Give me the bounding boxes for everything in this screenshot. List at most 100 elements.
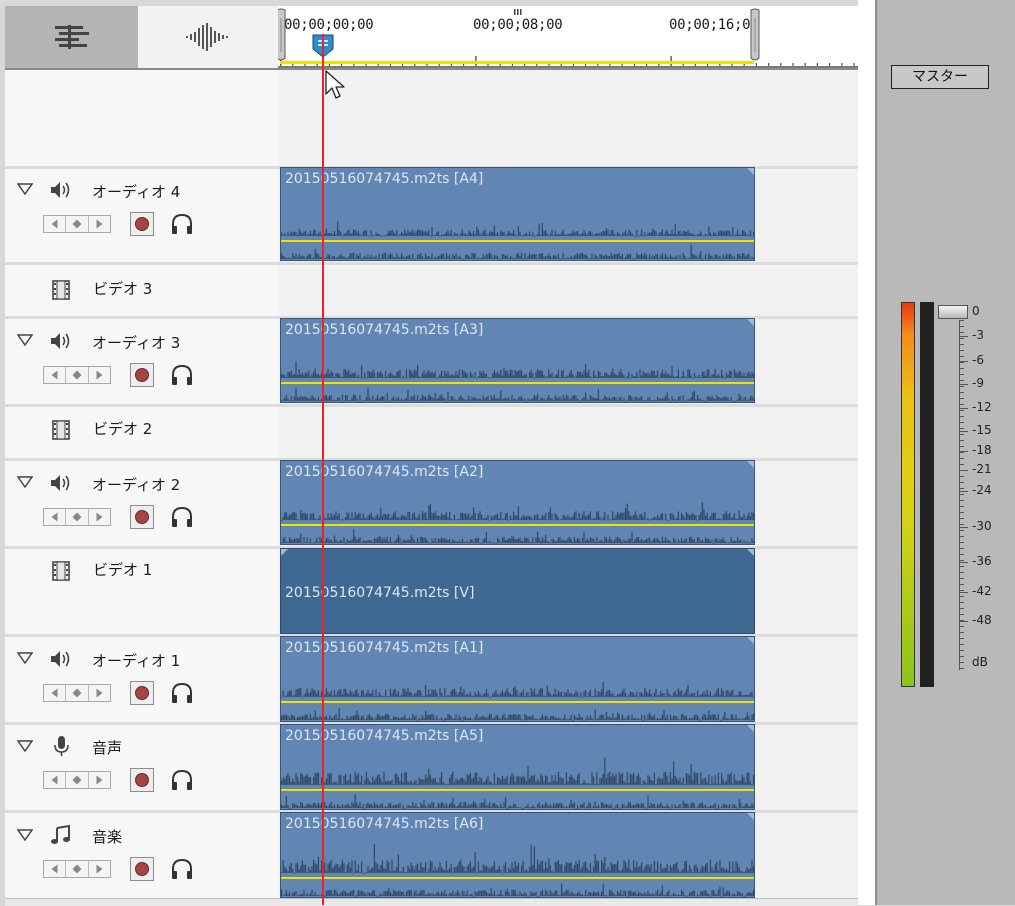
- track-header-voice[interactable]: 音声: [5, 725, 278, 810]
- collapse-triangle-icon[interactable]: [17, 475, 33, 489]
- prev-keyframe-button[interactable]: [44, 216, 66, 232]
- empty-track-header: [5, 70, 278, 166]
- diamond-icon: [72, 776, 81, 785]
- playhead-line[interactable]: [322, 34, 324, 905]
- track-header-audio1[interactable]: オーディオ 1: [5, 637, 278, 722]
- db-tick: [959, 338, 964, 339]
- track-header-video1[interactable]: ビデオ 1: [5, 549, 278, 634]
- empty-track-lane: [278, 70, 858, 166]
- audio-clip-a6[interactable]: 20150516074745.m2ts [A6]: [280, 812, 755, 898]
- record-button[interactable]: [130, 857, 154, 881]
- next-keyframe-button[interactable]: [89, 367, 110, 383]
- add-keyframe-button[interactable]: [66, 861, 88, 877]
- headphones-icon[interactable]: [170, 506, 194, 528]
- record-button[interactable]: [130, 505, 154, 529]
- db-tick: [959, 398, 964, 399]
- triangle-right-icon: [96, 220, 103, 229]
- prev-keyframe-button[interactable]: [44, 367, 66, 383]
- audio-clip-a1[interactable]: 20150516074745.m2ts [A1]: [280, 636, 755, 722]
- add-keyframe-button[interactable]: [66, 216, 88, 232]
- db-tick: [959, 656, 964, 657]
- audio-clip-a5[interactable]: 20150516074745.m2ts [A5]: [280, 724, 755, 810]
- headphones-icon[interactable]: [170, 769, 194, 791]
- film-icon: [49, 419, 73, 441]
- headphones-icon[interactable]: [170, 364, 194, 386]
- prev-keyframe-button[interactable]: [44, 509, 66, 525]
- triangle-left-icon: [51, 865, 58, 874]
- record-button[interactable]: [130, 363, 154, 387]
- db-tick: [959, 440, 964, 441]
- speaker-icon: [49, 330, 73, 352]
- record-button[interactable]: [130, 768, 154, 792]
- audio-waveform: [281, 749, 755, 809]
- db-tick: [959, 386, 964, 387]
- fader-scale-line: [959, 320, 960, 670]
- db-tick: [959, 428, 964, 429]
- headphones-icon[interactable]: [170, 213, 194, 235]
- prev-keyframe-button[interactable]: [44, 685, 66, 701]
- track-header-audio4[interactable]: オーディオ 4: [5, 169, 278, 262]
- db-scale-label: -12: [972, 400, 992, 414]
- track-header-audio2[interactable]: オーディオ 2: [5, 461, 278, 546]
- db-tick: [959, 650, 964, 651]
- track-header-music[interactable]: 音楽: [5, 813, 278, 905]
- master-volume-fader[interactable]: [938, 305, 968, 319]
- track-header-audio3[interactable]: オーディオ 3: [5, 319, 278, 404]
- db-tick: [959, 326, 964, 327]
- db-tick: [959, 560, 964, 561]
- headphones-icon[interactable]: [170, 858, 194, 880]
- record-button[interactable]: [130, 681, 154, 705]
- db-tick: [959, 350, 964, 351]
- triangle-left-icon: [51, 220, 58, 229]
- audio-waveform: [281, 837, 755, 897]
- db-tick: [959, 554, 964, 555]
- keyframe-nav-group: [43, 366, 111, 384]
- audio-clip-a4[interactable]: 20150516074745.m2ts [A4]: [280, 167, 755, 261]
- collapse-triangle-icon[interactable]: [17, 828, 33, 842]
- next-keyframe-button[interactable]: [89, 861, 110, 877]
- track-name: ビデオ 3: [93, 278, 152, 299]
- db-scale-label: -9: [972, 376, 984, 390]
- db-tick: [959, 614, 964, 615]
- collapse-triangle-icon[interactable]: [17, 182, 33, 196]
- add-keyframe-button[interactable]: [66, 509, 88, 525]
- prev-keyframe-button[interactable]: [44, 772, 66, 788]
- headphones-icon[interactable]: [170, 682, 194, 704]
- db-scale-label: -18: [972, 443, 992, 457]
- waveform-view-button[interactable]: [138, 6, 278, 68]
- loop-start-handle[interactable]: [278, 8, 287, 62]
- next-keyframe-button[interactable]: [89, 772, 110, 788]
- clip-label: 20150516074745.m2ts [A6]: [285, 816, 483, 832]
- clip-corner-marker: [747, 319, 754, 326]
- collapse-triangle-icon[interactable]: [17, 651, 33, 665]
- db-tick: [959, 332, 964, 333]
- clip-label: 20150516074745.m2ts [A5]: [285, 728, 483, 744]
- track-view-button[interactable]: [5, 6, 138, 68]
- triangle-right-icon: [96, 776, 103, 785]
- collapse-triangle-icon[interactable]: [17, 333, 33, 347]
- prev-keyframe-button[interactable]: [44, 861, 66, 877]
- track-header-video2[interactable]: ビデオ 2: [5, 407, 278, 458]
- loop-region-bar[interactable]: [280, 61, 754, 64]
- timeline-ruler[interactable]: 00;00;00;00 00;00;08;00 00;00;16;00: [278, 6, 858, 68]
- speaker-icon: [49, 472, 73, 494]
- add-keyframe-button[interactable]: [66, 367, 88, 383]
- next-keyframe-button[interactable]: [89, 216, 110, 232]
- loop-end-handle[interactable]: [749, 8, 761, 62]
- next-keyframe-button[interactable]: [89, 685, 110, 701]
- timeline-view-toolbar: [5, 6, 278, 68]
- track-name: オーディオ 2: [92, 474, 180, 495]
- audio-clip-a2[interactable]: 20150516074745.m2ts [A2]: [280, 460, 755, 545]
- video-clip-v[interactable]: 20150516074745.m2ts [V]: [280, 548, 755, 634]
- db-tick: [959, 368, 964, 369]
- film-icon: [49, 560, 73, 582]
- db-scale-label: -30: [972, 519, 992, 533]
- record-button[interactable]: [130, 212, 154, 236]
- next-keyframe-button[interactable]: [89, 509, 110, 525]
- track-header-video3[interactable]: ビデオ 3: [5, 265, 278, 316]
- track-lane-video2: [278, 407, 858, 458]
- collapse-triangle-icon[interactable]: [17, 739, 33, 753]
- add-keyframe-button[interactable]: [66, 772, 88, 788]
- audio-clip-a3[interactable]: 20150516074745.m2ts [A3]: [280, 318, 755, 403]
- add-keyframe-button[interactable]: [66, 685, 88, 701]
